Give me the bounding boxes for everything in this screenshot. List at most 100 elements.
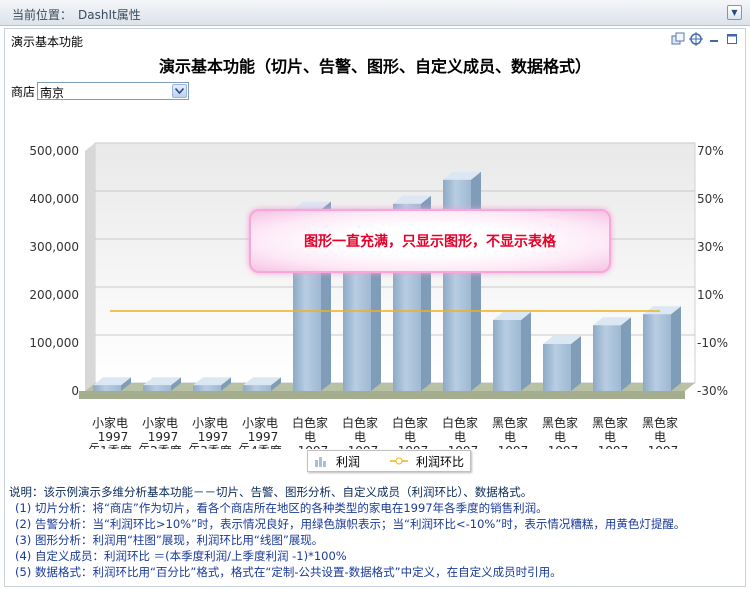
export-icon[interactable] bbox=[671, 32, 685, 46]
x-tick-label-line: 电 bbox=[504, 430, 516, 444]
y-left-tick-label: 300,000 bbox=[29, 240, 79, 254]
description-line: (3) 图形分析：利润用“柱图”展现，利润环比用“线图”展现。 bbox=[15, 533, 324, 547]
x-tick-label-line: 电 bbox=[454, 430, 466, 444]
x-tick-label-line: _1997 bbox=[591, 444, 629, 449]
y-right-tick-label: 70% bbox=[697, 144, 724, 158]
description-line: (5) 数据格式：利润环比用“百分比”格式，格式在“定制-公共设置-数据格式”中… bbox=[15, 565, 562, 579]
x-tick-label-line: 年2季度 bbox=[138, 443, 182, 449]
slicer-label: 商店 bbox=[11, 84, 36, 99]
x-tick-label-line: 白色家 bbox=[442, 415, 478, 430]
x-tick-label-line: 黑色家 bbox=[542, 415, 578, 430]
y-right-tick-label: 50% bbox=[697, 192, 724, 206]
bar bbox=[143, 385, 171, 391]
bar bbox=[543, 343, 571, 391]
bar bbox=[193, 385, 221, 391]
x-tick-label: 白色家电_1997年2季度 bbox=[338, 415, 382, 449]
x-tick-label-line: 电 bbox=[304, 430, 316, 444]
y-right-tick-label: -10% bbox=[697, 336, 728, 350]
store-slicer: 商店 南京 bbox=[11, 82, 190, 100]
x-tick-label-line: 年3季度 bbox=[188, 443, 232, 449]
bar bbox=[243, 385, 271, 391]
x-tick-label: 小家电_1997年3季度 bbox=[188, 415, 232, 449]
x-tick-label-line: 年4季度 bbox=[238, 443, 282, 449]
store-select[interactable]: 南京 bbox=[37, 82, 190, 100]
bar-side bbox=[471, 171, 481, 391]
breadcrumb: 当前位置： DashIt属性 bbox=[12, 6, 141, 23]
x-tick-label-line: _1997 bbox=[291, 444, 329, 449]
x-tick-label-line: 黑色家 bbox=[642, 415, 678, 430]
chevron-down-icon: ▼ bbox=[731, 8, 738, 17]
bar bbox=[643, 314, 671, 391]
x-tick-label-line: 电 bbox=[604, 430, 616, 444]
x-tick-label-line: 白色家 bbox=[392, 415, 428, 430]
x-tick-label: 白色家电_1997年3季度 bbox=[388, 415, 432, 449]
x-tick-label: 黑色家电_1997年3季度 bbox=[588, 415, 632, 449]
collapse-button[interactable]: ▼ bbox=[727, 5, 742, 20]
x-tick-label-line: 电 bbox=[654, 430, 666, 444]
x-tick-label-line: 白色家 bbox=[342, 415, 378, 430]
x-tick-label: 白色家电_1997年4季度 bbox=[438, 415, 482, 449]
x-tick-label-line: 小家电 bbox=[242, 415, 278, 430]
bar-side bbox=[521, 311, 531, 391]
bar-legend-icon bbox=[315, 457, 326, 467]
x-tick-label-line: _1997 bbox=[141, 430, 179, 444]
line-legend-icon bbox=[390, 457, 409, 465]
maximize-icon[interactable] bbox=[725, 32, 739, 46]
x-tick-label-line: _1997 bbox=[341, 444, 379, 449]
y-left-tick-label: 200,000 bbox=[29, 288, 79, 302]
description: 说明：该示例演示多维分析基本功能－－切片、告警、图形分析、自定义成员（利润环比）… bbox=[9, 484, 745, 580]
x-tick-label-line: _1997 bbox=[441, 444, 479, 449]
minimize-icon[interactable] bbox=[707, 32, 721, 46]
bar bbox=[593, 325, 621, 391]
bar-side bbox=[671, 306, 681, 391]
x-tick-label-line: 电 bbox=[554, 430, 566, 444]
location-value: DashIt属性 bbox=[78, 8, 141, 22]
y-right-tick-label: -30% bbox=[697, 384, 728, 398]
y-left-tick-label: 400,000 bbox=[29, 192, 79, 206]
x-tick-label-line: 黑色家 bbox=[592, 415, 628, 430]
legend-label-ratio: 利润环比 bbox=[416, 454, 465, 469]
y-left-tick-label: 500,000 bbox=[29, 144, 79, 158]
location-bar: 当前位置： DashIt属性 ▼ bbox=[0, 0, 750, 26]
chart-side-wall bbox=[85, 143, 95, 391]
x-tick-label: 黑色家电_1997年2季度 bbox=[538, 415, 582, 449]
x-tick-label: 白色家电_1997年1季度 bbox=[288, 415, 332, 449]
panel-header: 演示基本功能 bbox=[5, 29, 745, 51]
x-tick-label-line: _1997 bbox=[391, 444, 429, 449]
x-tick-label-line: 年1季度 bbox=[88, 443, 132, 449]
description-line: (1) 切片分析：将“商店”作为切片，看各个商店所在地区的各种类型的家电在199… bbox=[15, 501, 548, 515]
x-tick-label-line: 黑色家 bbox=[492, 415, 528, 430]
x-tick-label-line: _1997 bbox=[641, 444, 679, 449]
x-tick-label-line: 小家电 bbox=[142, 415, 178, 430]
location-label: 当前位置： bbox=[12, 8, 73, 22]
x-tick-label-line: _1997 bbox=[491, 444, 529, 449]
legend-label-profit: 利润 bbox=[336, 454, 361, 469]
drill-icon[interactable] bbox=[689, 32, 703, 46]
x-tick-label-line: _1997 bbox=[91, 430, 129, 444]
chart-callout: 图形一直充满，只显示图形，不显示表格 bbox=[249, 209, 611, 273]
x-tick-label: 黑色家电_1997年1季度 bbox=[488, 415, 532, 449]
chevron-down-icon[interactable] bbox=[172, 84, 188, 98]
y-left-tick-label: 0 bbox=[71, 384, 79, 398]
description-intro: 说明：该示例演示多维分析基本功能－－切片、告警、图形分析、自定义成员（利润环比）… bbox=[9, 485, 533, 499]
chart-floor-front bbox=[79, 391, 685, 399]
y-right-tick-label: 30% bbox=[697, 240, 724, 254]
x-tick-label-line: 电 bbox=[354, 430, 366, 444]
description-line: (4) 自定义成员：利润环比 ＝(本季度利润/上季度利润 -1)*100% bbox=[15, 549, 347, 563]
bar-side bbox=[571, 335, 581, 391]
dashlet-panel: 演示基本功能 演示基本功能（切片、告警、图形、自定义成员、数据格式） 商店 南京 bbox=[4, 28, 746, 587]
x-tick-label-line: 电 bbox=[404, 430, 416, 444]
legend-item-ratio: 利润环比 bbox=[390, 453, 464, 470]
panel-tools bbox=[671, 32, 739, 46]
x-tick-label: 黑色家电_1997年4季度 bbox=[638, 415, 682, 449]
store-select-value: 南京 bbox=[40, 86, 65, 100]
bar-side bbox=[621, 317, 631, 391]
x-tick-label: 小家电_1997年4季度 bbox=[238, 415, 282, 449]
x-tick-label-line: 小家电 bbox=[192, 415, 228, 430]
x-tick-label: 小家电_1997年2季度 bbox=[138, 415, 182, 449]
x-tick-label-line: 小家电 bbox=[92, 415, 128, 430]
x-tick-label-line: _1997 bbox=[191, 430, 229, 444]
x-tick-label-line: _1997 bbox=[541, 444, 579, 449]
legend-item-profit: 利润 bbox=[314, 453, 360, 470]
panel-title: 演示基本功能 bbox=[11, 35, 84, 49]
